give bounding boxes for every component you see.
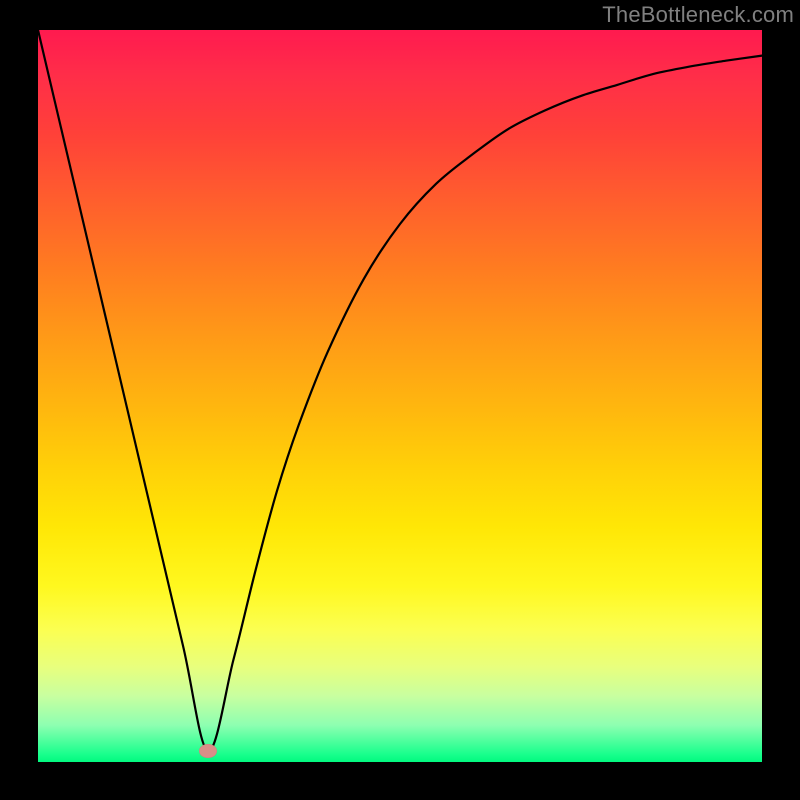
watermark-text: TheBottleneck.com (602, 2, 794, 28)
plot-area (38, 30, 762, 762)
chart-frame: TheBottleneck.com (0, 0, 800, 800)
curve-path (38, 30, 762, 751)
bottleneck-curve (38, 30, 762, 762)
